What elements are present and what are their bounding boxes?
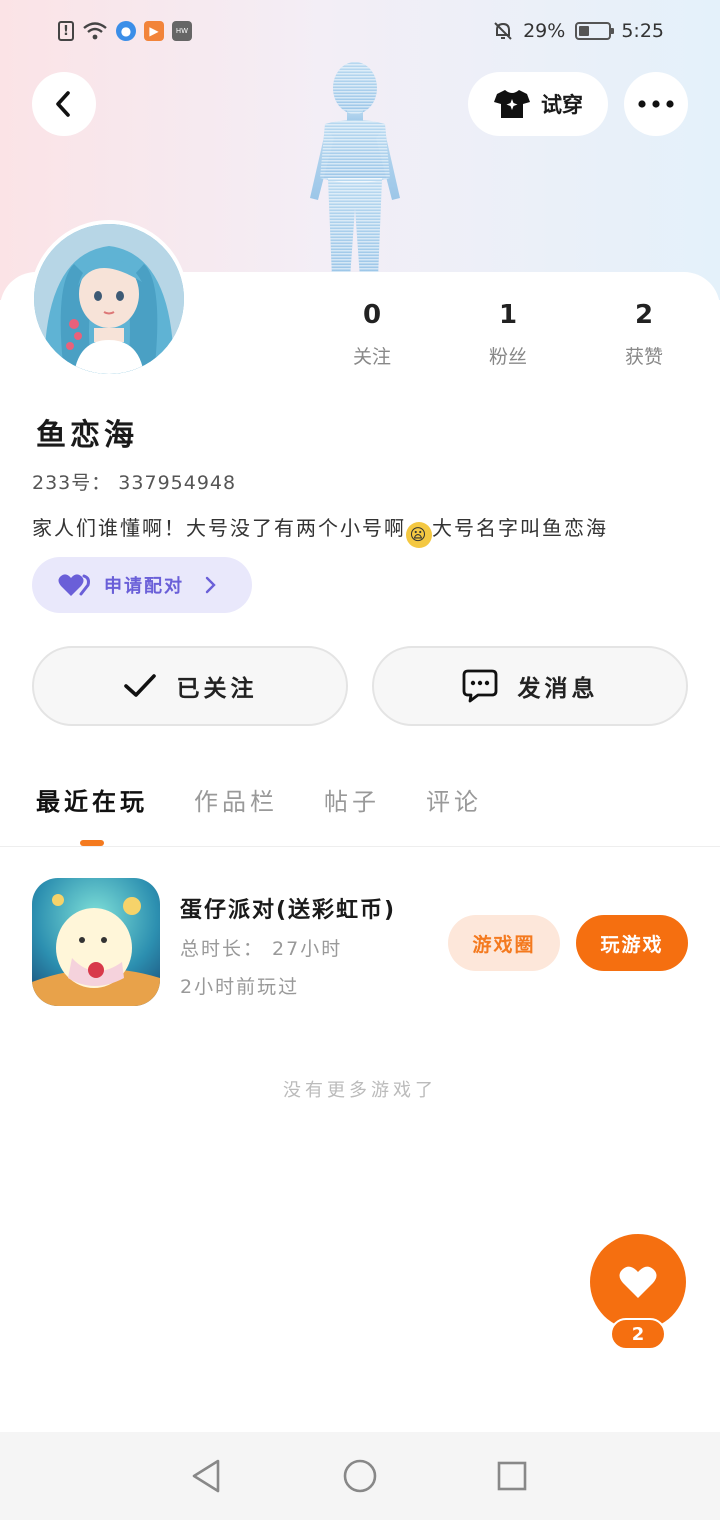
wifi-icon <box>83 22 107 40</box>
like-fab-button[interactable] <box>590 1234 686 1330</box>
stat-value: 2 <box>634 300 654 330</box>
like-count-badge: 2 <box>610 1318 666 1350</box>
more-dots-icon <box>638 100 674 108</box>
apply-pairing-button[interactable]: 申请配对 <box>32 557 252 613</box>
huawei-store-icon: HW <box>172 21 192 41</box>
try-on-label: 试穿 <box>541 93 583 117</box>
tabs-divider <box>0 846 720 847</box>
battery-level-fill <box>579 26 589 36</box>
back-nav-button[interactable] <box>184 1454 228 1498</box>
video-app-icon: ▶ <box>144 21 164 41</box>
battery-percent: 29% <box>523 20 566 42</box>
recents-nav-button[interactable] <box>490 1454 534 1498</box>
avatar-illustration <box>34 224 184 374</box>
game-total-time: 总时长： 27小时 <box>180 938 343 960</box>
avatar[interactable] <box>30 220 188 378</box>
heart-icon <box>619 1266 657 1298</box>
more-button[interactable] <box>624 72 688 136</box>
back-button[interactable] <box>32 72 96 136</box>
tab-recently-played[interactable]: 最近在玩 <box>36 782 148 842</box>
tab-comments[interactable]: 评论 <box>426 782 482 842</box>
chevron-right-icon <box>205 576 216 594</box>
try-on-button[interactable]: 试穿 <box>468 72 608 136</box>
status-right: 29% 5:25 <box>493 20 664 42</box>
stat-likes[interactable]: 2 获赞 <box>584 300 704 369</box>
user-id: 233号： 337954948 <box>32 472 237 494</box>
game-icon[interactable] <box>32 878 160 1006</box>
alert-icon: ! <box>58 21 74 41</box>
user-bio: 家人们谁懂啊！大号没了有两个小号啊 😦 大号名字叫鱼恋海 <box>32 512 608 548</box>
stat-following[interactable]: 0 关注 <box>312 300 432 369</box>
pair-label: 申请配对 <box>104 576 184 597</box>
play-game-button[interactable]: 玩游戏 <box>576 915 688 971</box>
stat-value: 0 <box>362 300 382 330</box>
stat-label: 获赞 <box>624 346 663 368</box>
checkmark-icon <box>123 674 156 697</box>
chevron-left-icon <box>56 91 70 117</box>
battery-icon <box>575 22 615 40</box>
bio-text: 大号名字叫鱼恋海 <box>432 516 608 540</box>
home-nav-icon <box>343 1459 377 1493</box>
shocked-face-icon: 😦 <box>406 522 432 548</box>
system-nav-bar <box>0 1432 720 1520</box>
stat-label: 粉丝 <box>488 346 527 368</box>
no-more-games-text: 没有更多游戏了 <box>283 1080 437 1101</box>
tab-posts[interactable]: 帖子 <box>324 782 380 842</box>
back-nav-icon <box>192 1459 220 1493</box>
3d-avatar-figure <box>310 62 400 278</box>
followed-label: 已关注 <box>176 676 258 702</box>
tshirt-sparkle-icon <box>494 90 530 118</box>
chat-bubble-icon <box>462 669 497 703</box>
hearts-icon <box>58 574 90 596</box>
recents-nav-icon <box>497 1461 527 1491</box>
game-last-played: 2小时前玩过 <box>180 976 300 998</box>
tab-works[interactable]: 作品栏 <box>194 782 278 842</box>
send-message-button[interactable]: 发消息 <box>372 646 688 726</box>
stat-value: 1 <box>498 300 518 330</box>
mute-bell-icon <box>494 22 512 40</box>
profile-tabs: 最近在玩 作品栏 帖子 评论 <box>36 782 482 842</box>
username: 鱼恋海 <box>36 418 138 453</box>
game-icon-art <box>32 878 160 1006</box>
game-title[interactable]: 蛋仔派对(送彩虹币) <box>180 892 396 924</box>
stat-label: 关注 <box>352 346 391 368</box>
profile-stats: 0 关注 1 粉丝 2 获赞 <box>300 300 720 380</box>
app-notification-icon: ● <box>116 21 136 41</box>
status-left-icons: ! ● ▶ HW <box>58 21 192 41</box>
stat-followers[interactable]: 1 粉丝 <box>448 300 568 369</box>
game-circle-button[interactable]: 游戏圈 <box>448 915 560 971</box>
send-message-label: 发消息 <box>517 676 599 702</box>
status-bar: ! ● ▶ HW 29% 5:25 <box>0 0 720 62</box>
followed-button[interactable]: 已关注 <box>32 646 348 726</box>
clock: 5:25 <box>621 20 664 42</box>
home-nav-button[interactable] <box>338 1454 382 1498</box>
bio-text: 家人们谁懂啊！大号没了有两个小号啊 <box>32 516 406 540</box>
